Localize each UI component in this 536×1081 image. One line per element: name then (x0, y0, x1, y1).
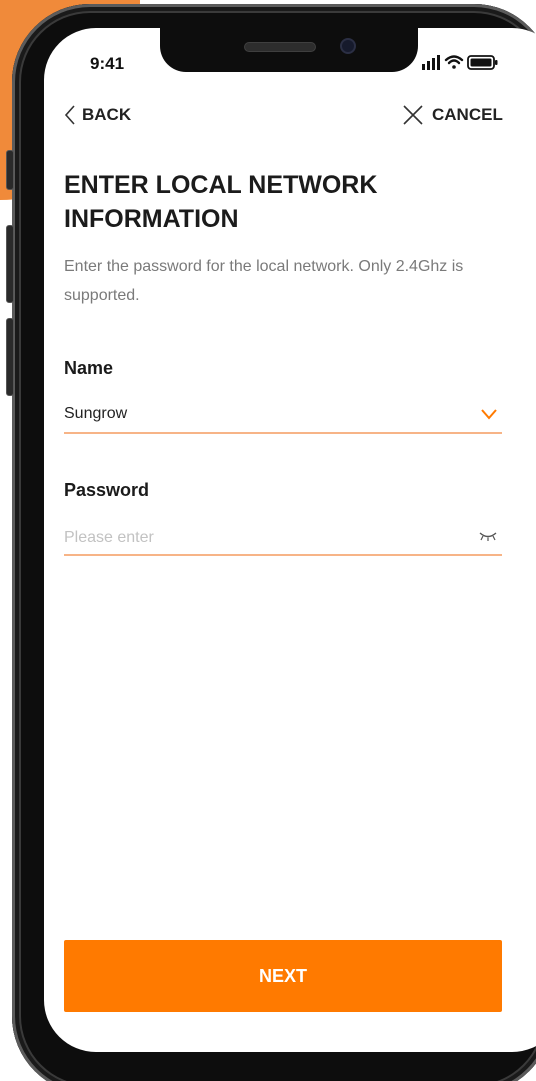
volume-up-button (6, 225, 14, 303)
back-button[interactable]: BACK (64, 104, 131, 126)
mute-switch (6, 150, 14, 190)
speaker-grille (244, 42, 316, 52)
password-label: Password (64, 480, 150, 500)
page-title: ENTER LOCAL NETWORK INFORMATION (64, 171, 378, 233)
close-icon (403, 105, 423, 125)
name-select[interactable]: Sungrow (64, 400, 502, 434)
app-screenshot: 9:41 BACK CANCEL ENTER LOCAL NETWORK INF… (0, 0, 536, 1081)
volume-down-button (6, 318, 14, 396)
password-input[interactable] (64, 522, 454, 554)
cancel-label: CANCEL (432, 105, 503, 124)
eye-closed-icon[interactable] (478, 530, 498, 542)
name-value: Sungrow (64, 405, 128, 422)
signal-icon (422, 55, 440, 70)
wifi-icon (444, 55, 464, 69)
status-icons (422, 55, 498, 70)
next-button[interactable]: NEXT (64, 940, 502, 1012)
notch (160, 28, 418, 72)
password-field[interactable] (64, 522, 502, 556)
status-time: 9:41 (90, 54, 125, 73)
front-camera (340, 38, 356, 54)
name-label: Name (64, 358, 114, 378)
cancel-button[interactable]: CANCEL (402, 104, 503, 126)
page-description: Enter the password for the local network… (64, 258, 464, 304)
back-label: BACK (82, 105, 132, 124)
phone-screen: 9:41 BACK CANCEL ENTER LOCAL NETWORK INF… (44, 28, 536, 1052)
battery-icon (467, 55, 498, 70)
chevron-left-icon (64, 105, 75, 125)
chevron-down-icon[interactable] (480, 408, 498, 420)
